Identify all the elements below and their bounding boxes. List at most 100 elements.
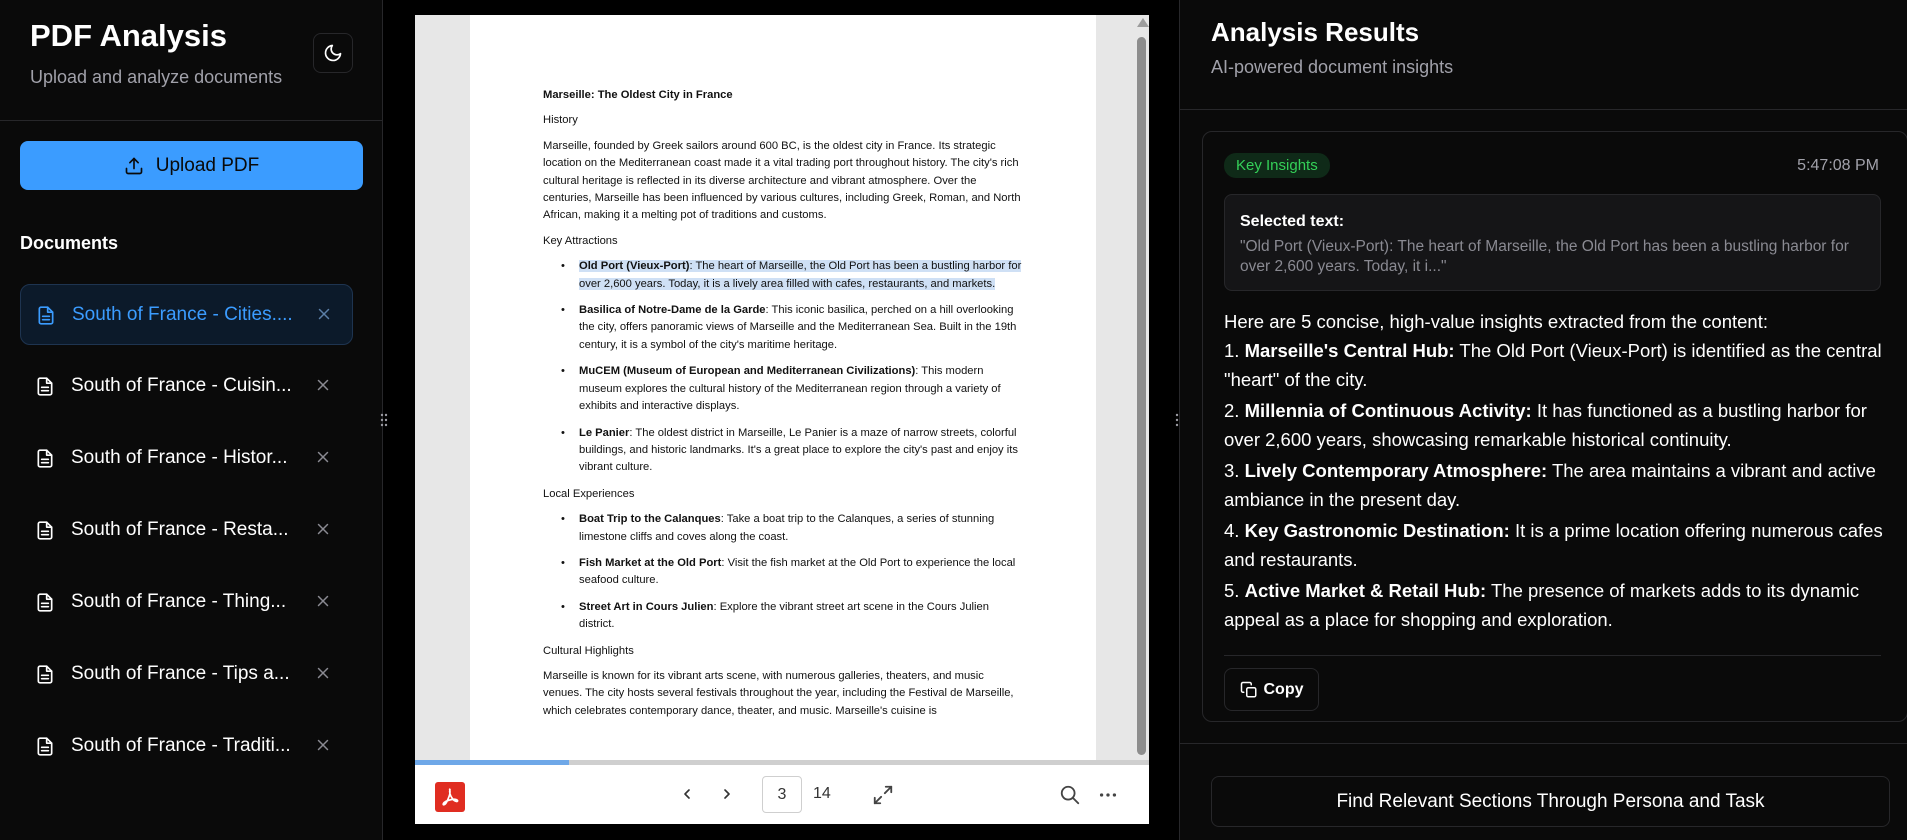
more-horizontal-icon bbox=[1099, 793, 1117, 797]
insight-number: 2. bbox=[1224, 400, 1240, 421]
selected-text-box: Selected text: "Old Port (Vieux-Port): T… bbox=[1224, 194, 1881, 291]
page-total: 14 bbox=[813, 785, 831, 802]
insights-intro: Here are 5 concise, high-value insights … bbox=[1224, 311, 1768, 332]
close-icon[interactable] bbox=[314, 736, 334, 756]
left-resize-handle[interactable] bbox=[379, 410, 389, 430]
pdf-search-button[interactable] bbox=[1057, 782, 1083, 808]
pdf-logo-icon bbox=[435, 782, 465, 812]
close-icon[interactable] bbox=[314, 448, 334, 468]
insight-number: 3. bbox=[1224, 460, 1240, 481]
insight-item: 3. Lively Contemporary Atmosphere: The a… bbox=[1224, 456, 1894, 514]
card-divider bbox=[1224, 655, 1881, 656]
insight-heading: Millennia of Continuous Activity: bbox=[1244, 400, 1532, 421]
document-label: South of France - Resta... bbox=[71, 519, 289, 540]
copy-button[interactable]: Copy bbox=[1224, 668, 1319, 711]
analysis-footer: Find Relevant Sections Through Persona a… bbox=[1180, 743, 1907, 840]
attraction-item: MuCEM (Museum of European and Mediterran… bbox=[561, 363, 1023, 415]
sidebar: PDF Analysis Upload and analyze document… bbox=[0, 0, 383, 840]
insight-card: Key Insights 5:47:08 PM Selected text: "… bbox=[1202, 131, 1907, 722]
attraction-name: Old Port (Vieux-Port) bbox=[579, 260, 690, 273]
pdf-page: Marseille: The Oldest City in France His… bbox=[470, 15, 1096, 760]
close-icon[interactable] bbox=[314, 592, 334, 612]
document-label: South of France - Cuisin... bbox=[71, 375, 292, 396]
moon-icon bbox=[324, 44, 342, 62]
experience-item: Boat Trip to the Calanques: Take a boat … bbox=[561, 511, 1023, 546]
pdf-section-experiences: Local Experiences bbox=[543, 487, 635, 500]
selected-text-value: "Old Port (Vieux-Port): The heart of Mar… bbox=[1240, 238, 1849, 275]
close-icon[interactable] bbox=[314, 664, 334, 684]
file-text-icon bbox=[35, 376, 55, 397]
analysis-title: Analysis Results bbox=[1211, 17, 1420, 47]
document-item[interactable]: South of France - Histor... bbox=[20, 428, 353, 489]
document-item[interactable]: South of France - Cuisin... bbox=[20, 356, 353, 417]
analysis-header: Analysis Results AI-powered document ins… bbox=[1180, 0, 1907, 110]
find-relevant-sections-button[interactable]: Find Relevant Sections Through Persona a… bbox=[1211, 776, 1890, 827]
insight-item: 1. Marseille's Central Hub: The Old Port… bbox=[1224, 336, 1894, 394]
document-label: South of France - Cities.... bbox=[72, 304, 293, 325]
pdf-section-attractions: Key Attractions bbox=[543, 234, 618, 247]
sidebar-header: PDF Analysis Upload and analyze document… bbox=[0, 0, 383, 121]
page-number-input[interactable]: 3 bbox=[762, 776, 802, 813]
insight-number: 4. bbox=[1224, 520, 1240, 541]
app-subtitle: Upload and analyze documents bbox=[30, 67, 283, 87]
pdf-cultural-paragraph: Marseille is known for its vibrant arts … bbox=[543, 669, 1014, 717]
close-icon[interactable] bbox=[315, 305, 335, 325]
document-label: South of France - Traditi... bbox=[71, 735, 291, 756]
document-label: South of France - Histor... bbox=[71, 447, 288, 468]
insight-heading: Active Market & Retail Hub: bbox=[1244, 580, 1487, 601]
insights-body: Here are 5 concise, high-value insights … bbox=[1224, 307, 1894, 636]
insight-item: 4. Key Gastronomic Destination: It is a … bbox=[1224, 516, 1894, 574]
document-item[interactable]: South of France - Traditi... bbox=[20, 716, 353, 777]
insight-number: 5. bbox=[1224, 580, 1240, 601]
pdf-section-history: History bbox=[543, 114, 578, 127]
scroll-up-arrow-icon[interactable] bbox=[1137, 18, 1149, 27]
attraction-item: Old Port (Vieux-Port): The heart of Mars… bbox=[561, 258, 1023, 293]
insight-list: 1. Marseille's Central Hub: The Old Port… bbox=[1224, 336, 1894, 634]
file-text-icon bbox=[35, 592, 55, 613]
document-label: South of France - Tips a... bbox=[71, 663, 290, 684]
pdf-heading: Marseille: The Oldest City in France bbox=[543, 89, 733, 101]
analysis-subtitle: AI-powered document insights bbox=[1211, 57, 1454, 77]
insight-heading: Lively Contemporary Atmosphere: bbox=[1244, 460, 1548, 481]
attraction-name: MuCEM (Museum of European and Mediterran… bbox=[579, 365, 916, 378]
attraction-text: : The oldest district in Marseille, Le P… bbox=[579, 426, 1018, 474]
experiences-list: Boat Trip to the Calanques: Take a boat … bbox=[561, 511, 1023, 633]
copy-button-label: Copy bbox=[1263, 680, 1304, 698]
previous-page-button[interactable] bbox=[675, 782, 699, 806]
experience-item: Street Art in Cours Julien: Explore the … bbox=[561, 599, 1023, 634]
experience-name: Street Art in Cours Julien bbox=[579, 600, 714, 613]
experience-item: Fish Market at the Old Port: Visit the f… bbox=[561, 555, 1023, 590]
next-page-button[interactable] bbox=[715, 782, 739, 806]
document-item[interactable]: South of France - Cities.... bbox=[20, 284, 353, 345]
document-item[interactable]: South of France - Tips a... bbox=[20, 644, 353, 705]
theme-toggle-button[interactable] bbox=[313, 33, 353, 73]
document-item[interactable]: South of France - Resta... bbox=[20, 500, 353, 561]
scroll-thumb[interactable] bbox=[1137, 37, 1146, 755]
pdf-content: Marseille: The Oldest City in France His… bbox=[543, 87, 1023, 728]
close-icon[interactable] bbox=[314, 520, 334, 540]
more-options-button[interactable] bbox=[1095, 782, 1121, 808]
fullscreen-button[interactable] bbox=[870, 782, 896, 808]
document-label: South of France - Thing... bbox=[71, 591, 287, 612]
expand-icon bbox=[873, 785, 893, 805]
pdf-toolbar: 3 14 bbox=[415, 765, 1149, 824]
insight-number: 1. bbox=[1224, 340, 1240, 361]
app-title: PDF Analysis bbox=[30, 18, 227, 53]
insight-timestamp: 5:47:08 PM bbox=[1797, 157, 1879, 174]
file-text-icon bbox=[35, 448, 55, 469]
vertical-scrollbar[interactable] bbox=[1134, 15, 1149, 760]
search-icon bbox=[1060, 785, 1080, 805]
pdf-section-cultural: Cultural Highlights bbox=[543, 644, 634, 657]
document-item[interactable]: South of France - Thing... bbox=[20, 572, 353, 633]
upload-pdf-button[interactable]: Upload PDF bbox=[20, 141, 363, 190]
file-text-icon bbox=[36, 305, 56, 326]
chevron-right-icon bbox=[724, 789, 730, 799]
file-text-icon bbox=[35, 520, 55, 541]
attractions-list: Old Port (Vieux-Port): The heart of Mars… bbox=[561, 258, 1023, 476]
close-icon[interactable] bbox=[314, 376, 334, 396]
attraction-name: Le Panier bbox=[579, 426, 630, 439]
selected-text-label: Selected text: bbox=[1240, 213, 1345, 230]
analysis-panel: Analysis Results AI-powered document ins… bbox=[1179, 0, 1907, 840]
insight-heading: Marseille's Central Hub: bbox=[1244, 340, 1455, 361]
attraction-item: Basilica of Notre-Dame de la Garde: This… bbox=[561, 302, 1023, 354]
